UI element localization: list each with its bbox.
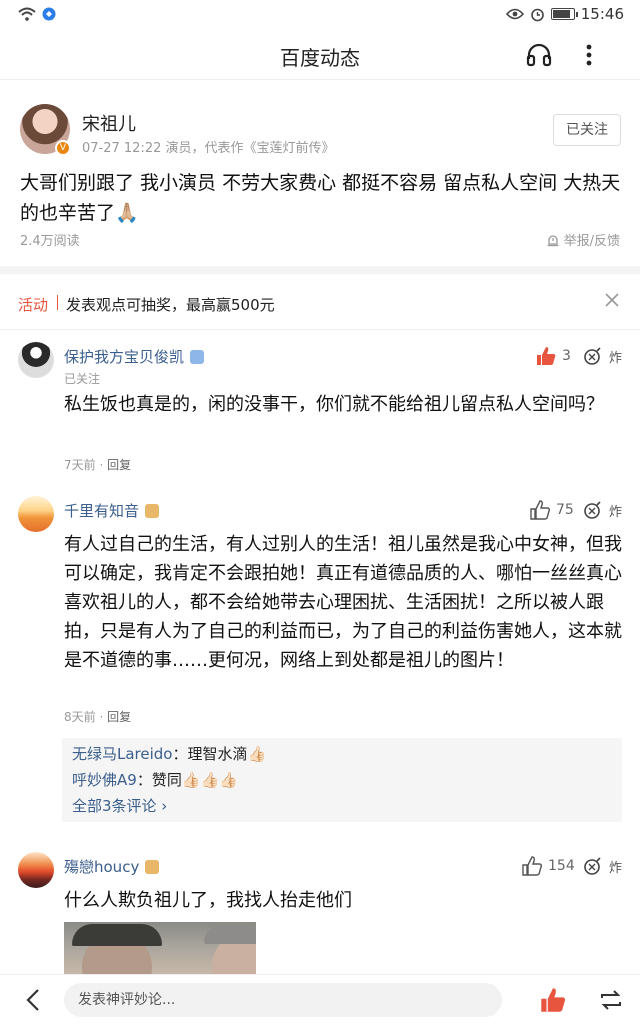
more-vertical-icon [586, 44, 592, 66]
reply-item: 呼妙佛A9：赞同👍🏻👍🏻👍🏻 [72, 767, 612, 793]
thumbs-up-filled-icon[interactable] [540, 987, 566, 1013]
verified-badge-icon: V [55, 140, 71, 156]
reply-text: ：赞同👍🏻👍🏻👍🏻 [136, 771, 238, 789]
commenter-name: 殤戀houcy [64, 858, 140, 876]
post-card: V 宋祖儿 07-27 12:22 演员，代表作《宝莲灯前传》 已关注 大哥们别… [0, 80, 640, 266]
battery-icon [550, 8, 578, 20]
headphones-icon [526, 43, 552, 67]
author-meta: 07-27 12:22 演员，代表作《宝莲灯前传》 [82, 141, 335, 156]
like-button[interactable]: 75 [530, 500, 574, 520]
reply-text: ：理智水滴👍🏻 [172, 745, 267, 763]
report-label: 举报/反馈 [563, 234, 620, 249]
report-button[interactable]: 举报/反馈 [546, 230, 620, 249]
section-divider [0, 266, 640, 274]
like-button[interactable]: 154 [522, 856, 575, 876]
comment-text: 私生饭也真是的，闲的没事干，你们就不能给祖儿留点私人空间吗？ [64, 394, 604, 415]
clock-time: 15:46 [580, 5, 624, 23]
eye-icon [505, 8, 524, 20]
comment-input[interactable]: 发表神评妙论... [64, 983, 502, 1017]
header: 百度动态 [0, 30, 640, 80]
thumbs-up-icon [522, 856, 542, 876]
level-badge-icon [145, 503, 160, 518]
follow-button[interactable]: 已关注 [553, 114, 621, 146]
comment-time: 8天前 [64, 710, 96, 724]
bomb-icon [584, 347, 601, 365]
like-count: 75 [556, 502, 574, 518]
reply-item: 无绿马Lareido：理智水滴👍🏻 [72, 741, 612, 767]
reply-button[interactable]: 回复 [107, 710, 131, 724]
reply-preview-box[interactable]: 无绿马Lareido：理智水滴👍🏻 呼妙佛A9：赞同👍🏻👍🏻👍🏻 全部3条评论 … [62, 738, 622, 822]
headphones-button[interactable] [524, 40, 554, 70]
commenter-name-row[interactable]: 保护我方宝贝俊凯 [64, 346, 205, 367]
comment-time: 7天前 [64, 458, 96, 472]
view-all-replies-link[interactable]: 全部3条评论 › [72, 793, 612, 819]
commenter-name: 千里有知音 [64, 502, 140, 520]
comment-footer: 7天前 · 回复 [64, 458, 132, 472]
comment-image[interactable] [64, 922, 256, 974]
back-arrow-icon[interactable] [22, 987, 46, 1013]
commenter-avatar[interactable] [18, 852, 54, 888]
bomb-icon [584, 501, 601, 519]
commenter-name: 保护我方宝贝俊凯 [64, 348, 185, 366]
thumbs-up-icon [530, 500, 550, 520]
bomb-button[interactable]: 炸 [583, 856, 622, 876]
bottom-bar: 发表神评妙论... [0, 974, 640, 1024]
like-count: 154 [548, 858, 575, 874]
bomb-button[interactable]: 炸 [583, 500, 622, 520]
reply-button[interactable]: 回复 [107, 458, 131, 472]
reply-author[interactable]: 无绿马Lareido [72, 745, 172, 763]
read-count: 2.4万阅读 [20, 234, 80, 249]
bomb-label: 炸 [608, 350, 622, 366]
activity-text: 发表观点可抽奖，最高赢500元 [66, 296, 275, 314]
alarm-icon [530, 8, 544, 21]
warning-bell-icon [547, 234, 559, 246]
activity-tag: 活动 [18, 296, 49, 314]
commenter-name-row[interactable]: 殤戀houcy [64, 856, 160, 877]
bomb-label: 炸 [608, 860, 622, 876]
bomb-button[interactable]: 炸 [583, 346, 622, 366]
activity-separator [57, 295, 58, 310]
commenter-avatar[interactable] [18, 496, 54, 532]
app-notification-icon [42, 7, 56, 21]
author-name[interactable]: 宋祖儿 [82, 110, 136, 136]
post-text: 大哥们别跟了 我小演员 不劳大家费心 都挺不容易 留点私人空间 大热天的也辛苦了… [20, 172, 621, 224]
comment-text: 什么人欺负祖儿了，我找人抬走他们 [64, 890, 352, 911]
comment-footer: 8天前 · 回复 [64, 710, 132, 724]
commenter-avatar[interactable] [18, 342, 54, 378]
more-button[interactable] [574, 40, 604, 70]
status-bar: 15:46 [0, 0, 640, 30]
close-icon[interactable] [604, 292, 620, 308]
follow-status: 已关注 [64, 372, 101, 386]
repost-icon[interactable] [598, 988, 624, 1012]
thumbs-up-filled-icon [537, 347, 556, 365]
like-count: 3 [562, 348, 571, 364]
comment-text: 有人过自己的生活，有人过别人的生活！祖儿虽然是我心中女神，但我可以确定，我肯定不… [64, 534, 622, 671]
like-button[interactable]: 3 [536, 346, 571, 366]
level-badge-icon [190, 349, 205, 364]
wifi-icon [18, 7, 36, 21]
bomb-icon [584, 857, 601, 875]
bomb-label: 炸 [608, 504, 622, 520]
activity-banner[interactable]: 活动 发表观点可抽奖，最高赢500元 [0, 274, 640, 330]
commenter-name-row[interactable]: 千里有知音 [64, 500, 160, 521]
reply-author[interactable]: 呼妙佛A9 [72, 771, 137, 789]
level-badge-icon [145, 859, 160, 874]
